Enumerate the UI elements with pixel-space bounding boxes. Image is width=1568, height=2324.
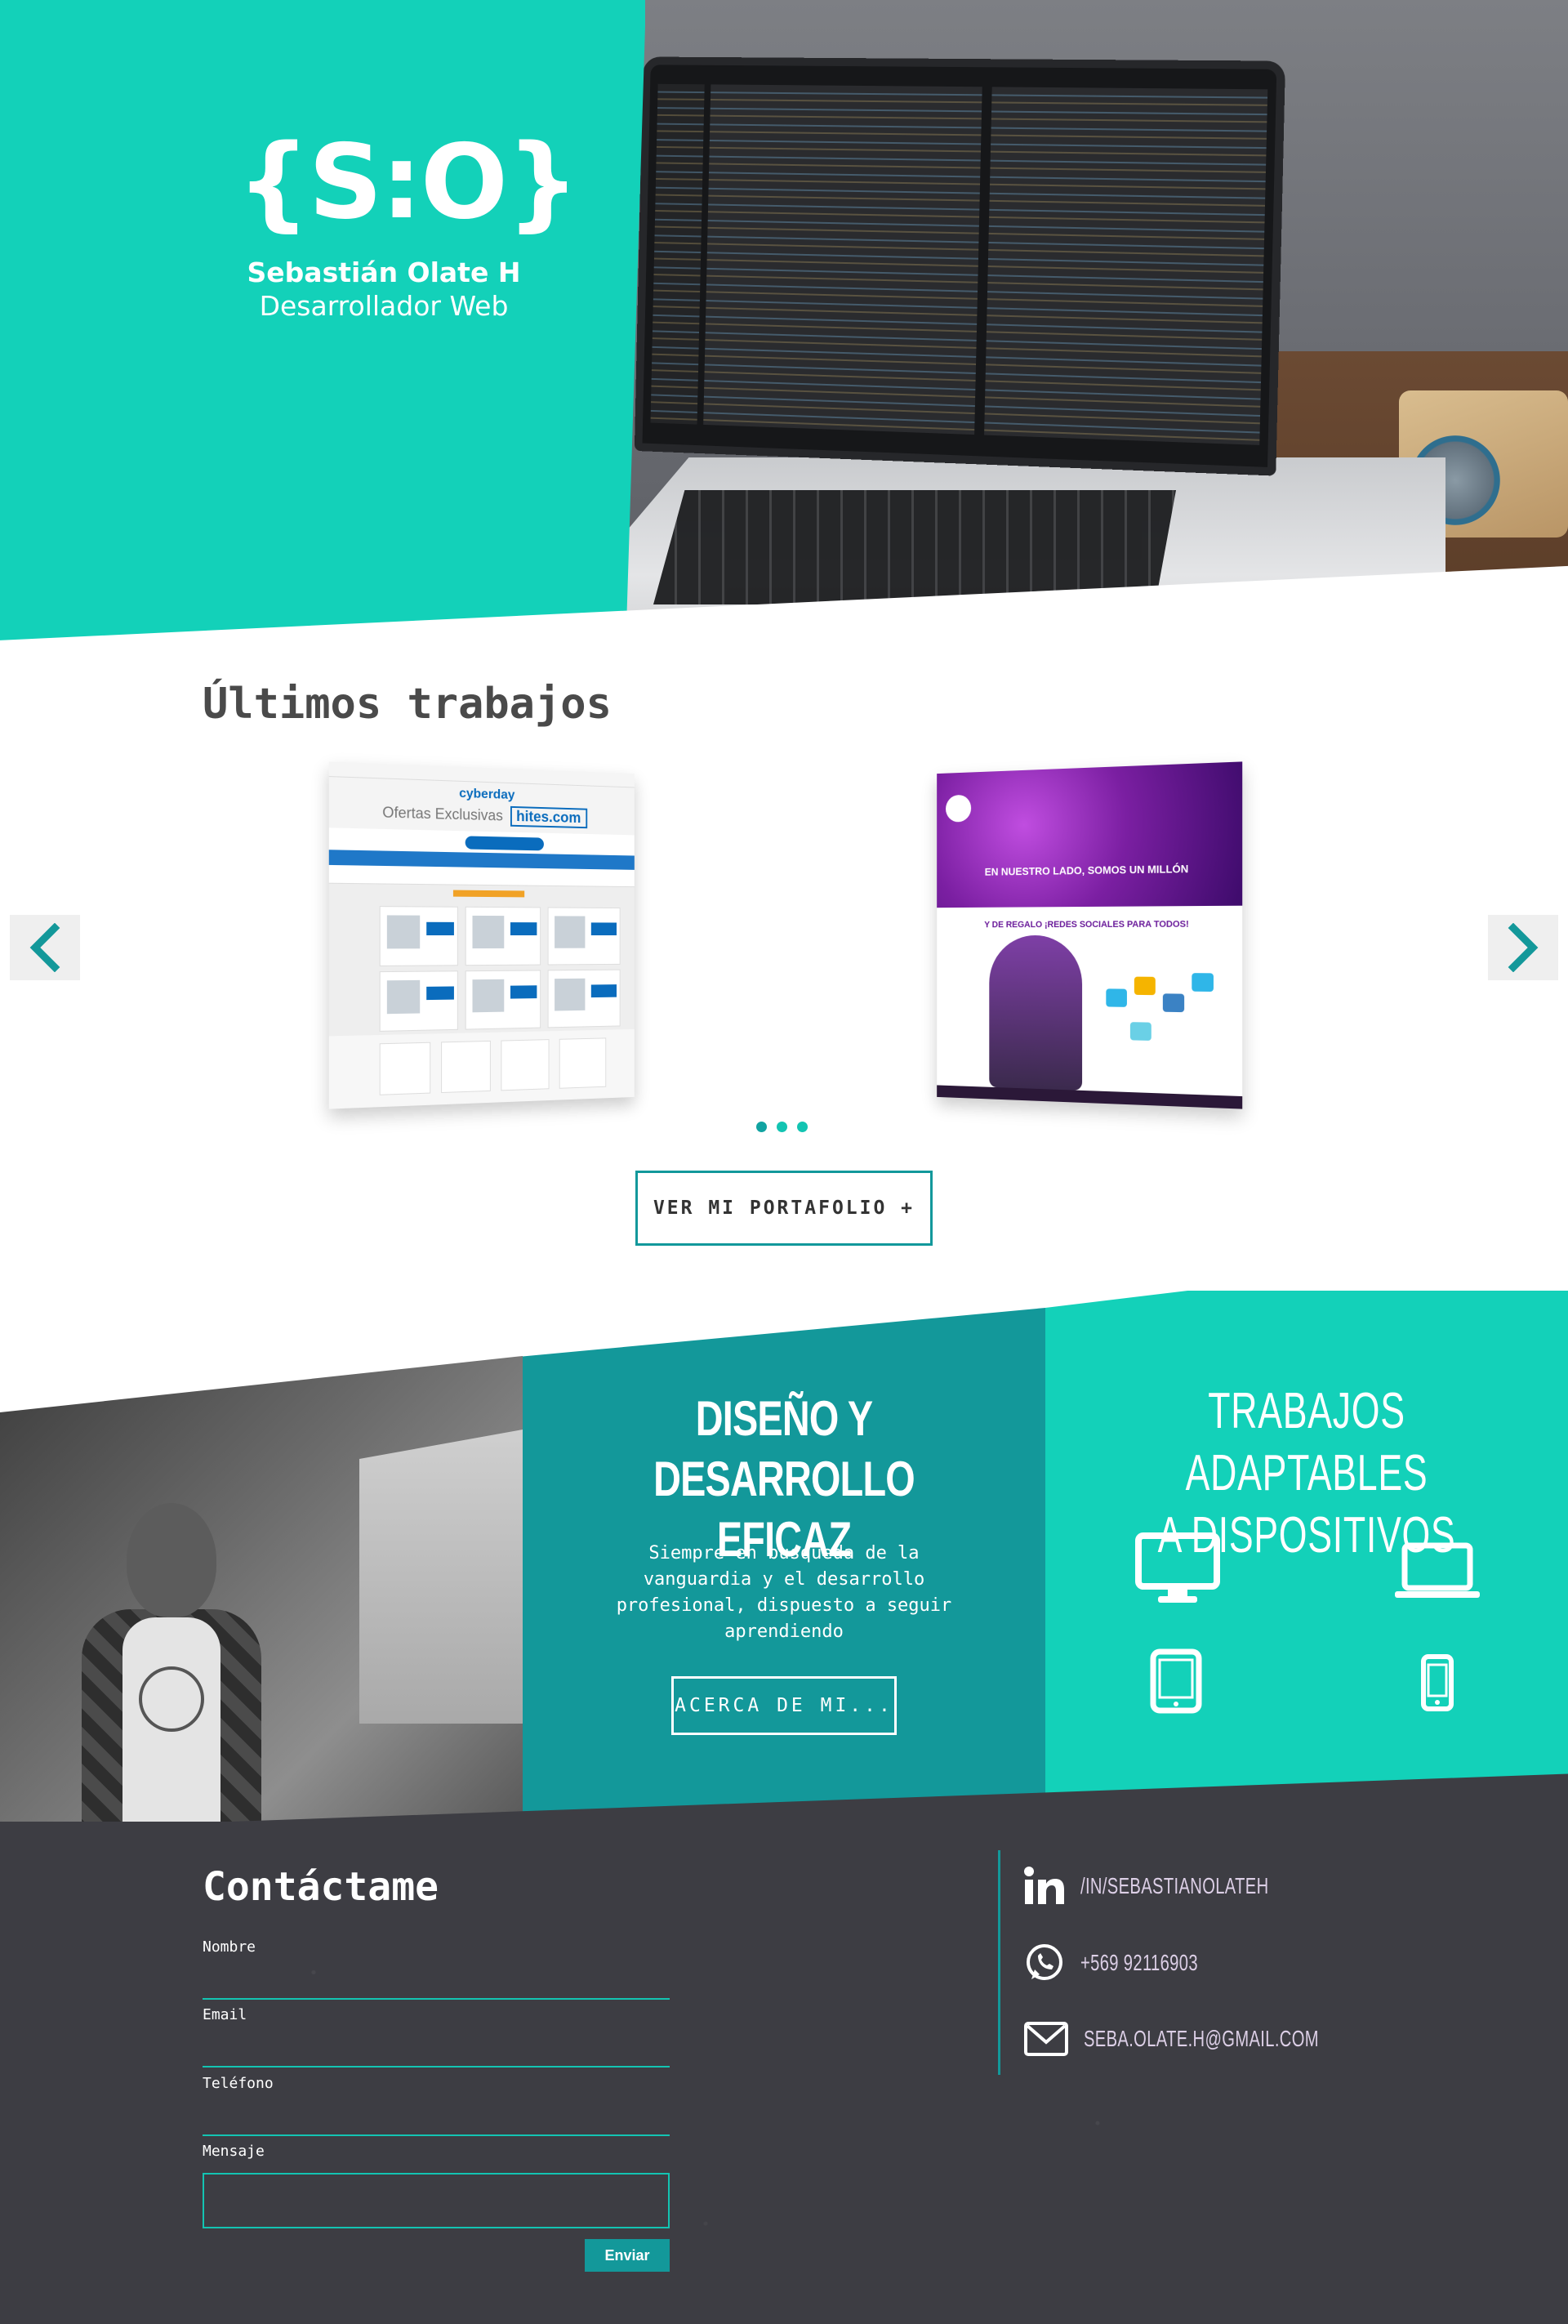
linkedin-link[interactable]: /IN/SEBASTIANOLATEH — [1023, 1867, 1342, 1906]
laptop-icon — [1395, 1542, 1480, 1601]
product-price — [591, 922, 617, 935]
person-head — [127, 1503, 216, 1617]
product-price — [426, 986, 454, 1000]
email-text: SEBA.OLATE.H@GMAIL.COM — [1084, 2026, 1319, 2052]
contact-title: Contáctame — [203, 1864, 439, 1910]
social-icon — [1163, 993, 1184, 1012]
email-link[interactable]: SEBA.OLATE.H@GMAIL.COM — [1023, 2019, 1410, 2059]
carousel-prev-button[interactable] — [10, 915, 80, 980]
linkedin-icon — [1023, 1867, 1066, 1906]
linkedin-text: /IN/SEBASTIANOLATEH — [1080, 1873, 1269, 1899]
smartphone-icon — [1420, 1653, 1454, 1712]
offers-text: Ofertas Exclusivas — [382, 804, 503, 823]
logo-mark: {S:O} — [237, 131, 531, 234]
contact-divider — [998, 1850, 1000, 2075]
whatsapp-icon — [1023, 1942, 1066, 1984]
responsive-title-line1: TRABAJOS ADAPTABLES — [1154, 1381, 1459, 1505]
carousel-dot[interactable] — [797, 1122, 808, 1132]
social-icon — [1192, 973, 1214, 992]
code-sidebar — [651, 84, 705, 425]
chevron-right-icon — [1505, 923, 1541, 972]
work-card-hites[interactable]: cyberday Ofertas Exclusivas hites.com — [329, 761, 635, 1108]
email-input[interactable] — [203, 2035, 670, 2068]
hites-bottom-item — [380, 1042, 430, 1095]
wom-bottom-bar — [937, 1085, 1242, 1108]
whatsapp-link[interactable]: +569 92116903 — [1023, 1942, 1244, 1984]
hites-header: cyberday Ofertas Exclusivas hites.com — [329, 777, 635, 835]
product-image — [555, 979, 585, 1011]
laptop-keyboard-image — [653, 490, 1176, 604]
carousel-dots — [756, 1122, 808, 1132]
product-price — [426, 922, 454, 935]
hites-product — [466, 907, 541, 966]
message-label: Mensaje — [203, 2143, 265, 2160]
profile-photo — [0, 1356, 523, 1846]
site-logo[interactable]: {S:O} Sebastián Olate H Desarrollador We… — [237, 131, 531, 322]
product-image — [472, 916, 504, 948]
chevron-left-icon — [27, 923, 63, 972]
hites-product — [380, 906, 458, 966]
desktop-icon — [1135, 1532, 1220, 1606]
design-title-line1: DISEÑO Y DESARROLLO — [606, 1389, 963, 1510]
wom-tagline: Y DE REGALO ¡REDES SOCIALES PARA TODOS! — [937, 919, 1242, 930]
product-image — [472, 979, 504, 1013]
product-price — [591, 984, 617, 997]
product-image — [555, 916, 585, 948]
wom-hero-image — [937, 761, 1242, 908]
name-input[interactable] — [203, 1967, 670, 2000]
wom-dancer-image — [989, 935, 1082, 1091]
hites-featured-title — [453, 890, 524, 898]
whatsapp-text: +569 92116903 — [1080, 1950, 1198, 1976]
hero-section: {S:O} Sebastián Olate H Desarrollador We… — [0, 0, 1568, 645]
page: {S:O} Sebastián Olate H Desarrollador We… — [0, 0, 1568, 2324]
hites-bottom-item — [501, 1039, 549, 1091]
phone-label: Teléfono — [203, 2075, 274, 2092]
code-pane-right — [984, 87, 1267, 445]
social-icon — [1134, 977, 1156, 996]
owner-role: Desarrollador Web — [237, 290, 531, 322]
hites-product — [548, 907, 621, 965]
works-title: Últimos trabajos — [203, 680, 612, 729]
shirt-logo — [139, 1666, 204, 1732]
photo-background — [359, 1430, 523, 1724]
carousel-dot[interactable] — [777, 1122, 787, 1132]
send-button[interactable]: Enviar — [585, 2239, 670, 2272]
laptop-screen-image — [635, 56, 1285, 475]
name-label: Nombre — [203, 1938, 256, 1956]
social-icon — [1106, 988, 1127, 1007]
view-portfolio-button[interactable]: VER MI PORTAFOLIO + — [635, 1171, 933, 1246]
hites-brand: hites.com — [510, 806, 587, 828]
hero-green-panel — [0, 0, 645, 645]
hites-product — [548, 970, 621, 1028]
phone-input[interactable] — [203, 2103, 670, 2136]
code-pane-left — [703, 84, 982, 435]
work-card-wom[interactable]: EN NUESTRO LADO, SOMOS UN MILLÓN Y DE RE… — [937, 761, 1242, 1108]
social-icon — [1130, 1022, 1152, 1041]
tablet-icon — [1150, 1648, 1202, 1714]
hites-bottom-item — [441, 1041, 491, 1093]
design-description: Siempre en busqueda de la vanguardia y e… — [596, 1541, 972, 1645]
product-price — [510, 922, 537, 935]
carousel-dot[interactable] — [756, 1122, 767, 1132]
product-price — [510, 985, 537, 998]
hites-product — [380, 970, 458, 1032]
hites-product — [466, 970, 541, 1029]
carousel-next-button[interactable] — [1488, 915, 1558, 980]
mail-icon — [1023, 2019, 1069, 2059]
about-me-button[interactable]: ACERCA DE MI... — [671, 1676, 897, 1735]
email-label: Email — [203, 2006, 247, 2023]
owner-name: Sebastián Olate H — [237, 256, 531, 288]
message-textarea[interactable] — [203, 2173, 670, 2228]
product-image — [387, 915, 420, 948]
product-image — [387, 980, 420, 1014]
hites-pill — [466, 836, 544, 850]
hites-bottom-item — [559, 1037, 606, 1088]
